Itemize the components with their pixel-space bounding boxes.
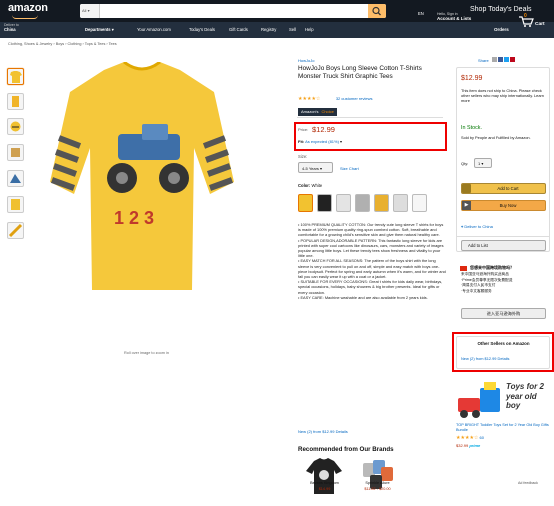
- add-to-cart-button[interactable]: Add to Cart: [461, 183, 546, 194]
- quantity-select[interactable]: 1 ▾: [474, 158, 492, 168]
- color-swatch[interactable]: [317, 194, 332, 212]
- add-to-list-button[interactable]: Add to List: [461, 240, 546, 251]
- other-sellers-title: Other Sellers on Amazon: [477, 341, 530, 346]
- nav-gift-cards[interactable]: Gift Cards: [229, 27, 248, 32]
- product-image[interactable]: 1 2 3: [42, 60, 242, 292]
- star-rating-icon: ★★★★☆: [298, 96, 321, 102]
- china-flag-icon: [460, 266, 467, 271]
- play-icon: ▶: [462, 201, 471, 210]
- list-item: • SUITABLE FOR EVERY OCCASIONS: Great t …: [298, 279, 443, 295]
- pinterest-icon[interactable]: [510, 57, 516, 62]
- recommended-item-price: $14.99: [318, 487, 331, 491]
- cn-promo: 来中国亚马逊海外购买此商品 ·Prime会员尊享无限次免费配送 ·简易支付人民币支付…: [461, 272, 513, 293]
- departments-menu[interactable]: Departments ▾: [85, 27, 114, 32]
- ad-price-row: $32.99 prime: [456, 443, 481, 448]
- cn-store-button[interactable]: 进入亚马逊海外购: [461, 308, 546, 319]
- nav-your-amazon[interactable]: Your Amazon.com: [137, 27, 171, 32]
- sponsored-ad[interactable]: Toys for 2 year old boy TOP BRIGHT Toddl…: [456, 380, 550, 500]
- svg-text:1 2 3: 1 2 3: [114, 208, 154, 228]
- recommended-item-price: $11.82 - $20.00: [364, 487, 391, 491]
- color-swatch[interactable]: [298, 194, 313, 212]
- divider: [456, 236, 550, 237]
- thumbnail[interactable]: [7, 93, 24, 110]
- stock-status: In Stock.: [461, 125, 482, 131]
- deals-promo[interactable]: Shop Today's Deals: [470, 6, 532, 13]
- thumbnail[interactable]: [7, 118, 24, 135]
- cart-icon: [462, 184, 471, 193]
- size-label: Size:: [298, 154, 308, 159]
- cart-button[interactable]: 0 Cart: [518, 13, 545, 30]
- other-sellers-link[interactable]: New (2) from $12.99 Details: [461, 356, 509, 361]
- rating-row[interactable]: ★★★★☆ 32 customer reviews: [298, 96, 373, 102]
- deliver-to-link[interactable]: ⌖ Deliver to China: [461, 224, 493, 229]
- thumbnail[interactable]: [7, 196, 24, 213]
- size-chart-link[interactable]: Size Chart: [340, 166, 359, 171]
- toy-image: [458, 382, 500, 418]
- thumbnail[interactable]: [7, 170, 24, 187]
- price-value: $12.99: [312, 125, 335, 134]
- color-swatch[interactable]: [355, 194, 370, 212]
- recommended-item-name[interactable]: Bevans Kingdom: [302, 481, 347, 485]
- secondary-nav: Deliver to China Departments ▾ Your Amaz…: [0, 11, 554, 38]
- amazon-logo[interactable]: amazon: [8, 2, 48, 14]
- recommended-title: Recommended from Our Brands: [298, 446, 394, 453]
- search-button[interactable]: [368, 4, 386, 18]
- nav-help[interactable]: Help: [305, 27, 314, 32]
- recommended-item-name[interactable]: Sprinkle Allure: [355, 481, 400, 485]
- nav-sell[interactable]: Sell: [289, 27, 296, 32]
- new-offers-link[interactable]: New (2) from $12.99 Details: [298, 429, 348, 434]
- email-icon[interactable]: [491, 57, 497, 62]
- search-icon: [372, 6, 381, 16]
- list-item: • POPULAR DESIGN,ADORABLE PATTERN: This …: [298, 237, 444, 259]
- facebook-icon[interactable]: [497, 57, 503, 62]
- nav-registry[interactable]: Registry: [261, 27, 276, 32]
- account-menu[interactable]: Hello, Sign in Account & Lists: [437, 12, 471, 22]
- breadcrumb[interactable]: Clothing, Shoes & Jewelry › Boys › Cloth…: [8, 42, 117, 46]
- ad-description[interactable]: TOP BRIGHT Toddler Toys Set for 2 Year O…: [456, 423, 550, 433]
- thumbnail[interactable]: [7, 222, 24, 239]
- location-pin-icon: ⌖: [461, 224, 464, 229]
- twitter-icon[interactable]: [504, 57, 510, 62]
- orders-link[interactable]: Orders: [494, 27, 509, 32]
- cn-promo-heading: 您想来中国跨境购物吗？: [470, 265, 514, 270]
- other-sellers-highlight: [452, 332, 554, 372]
- buy-now-button[interactable]: ▶ Buy Now: [461, 200, 546, 211]
- list-item: • EASY MATCH FOR ALL SEASONS: The patter…: [298, 258, 446, 280]
- language-selector[interactable]: EN: [418, 11, 424, 16]
- divider: [297, 117, 443, 118]
- ad-headline: Toys for 2 year old boy: [506, 382, 544, 410]
- shipping-note: This item does not ship to China. Please…: [461, 88, 544, 104]
- deliver-to[interactable]: Deliver to China: [4, 23, 46, 33]
- sold-by: Sold by People and Fulfilled by Amazon.: [461, 135, 531, 140]
- list-item: • EASY CARE: Machine washable and are al…: [298, 294, 428, 300]
- amazons-choice-badge: Amazon's Choice: [298, 108, 337, 116]
- color-label: Color: White: [298, 183, 323, 188]
- ad-feedback[interactable]: Ad feedback: [518, 481, 538, 485]
- feature-bullets: • 100% PREMIUM QUALITY COTTON: Our trend…: [298, 222, 446, 300]
- review-count-link[interactable]: 32 customer reviews: [336, 96, 373, 101]
- quantity-label: Qty:: [461, 161, 469, 166]
- thumbnail[interactable]: [7, 68, 24, 85]
- brand-link[interactable]: HowJoJo: [298, 58, 314, 63]
- fit-info[interactable]: Fit: As expected (81%) ▾: [298, 139, 342, 144]
- thumbnail[interactable]: [7, 144, 24, 161]
- search-category-select[interactable]: All ▾: [80, 4, 100, 18]
- share-row[interactable]: Share: [478, 57, 516, 63]
- zoom-hint: Roll over image to zoom in: [124, 351, 169, 355]
- ad-rating: ★★★★☆ 60: [456, 435, 484, 441]
- color-swatch[interactable]: [374, 194, 389, 212]
- logo-smile-icon: [12, 15, 38, 19]
- color-swatch[interactable]: [393, 194, 408, 212]
- color-swatch[interactable]: [412, 194, 427, 212]
- search-bar[interactable]: All ▾: [80, 4, 386, 18]
- list-item: • 100% PREMIUM QUALITY COTTON: Our trend…: [298, 222, 444, 238]
- product-title: HowJoJo Boys Long Sleeve Cotton T-Shirts…: [298, 65, 422, 80]
- buybox-price: $12.99: [461, 75, 483, 82]
- size-select[interactable]: 4-5 Years ▾: [298, 162, 333, 173]
- nav-todays-deals[interactable]: Today's Deals: [189, 27, 215, 32]
- color-swatch[interactable]: [336, 194, 351, 212]
- price-label: Price:: [298, 127, 309, 132]
